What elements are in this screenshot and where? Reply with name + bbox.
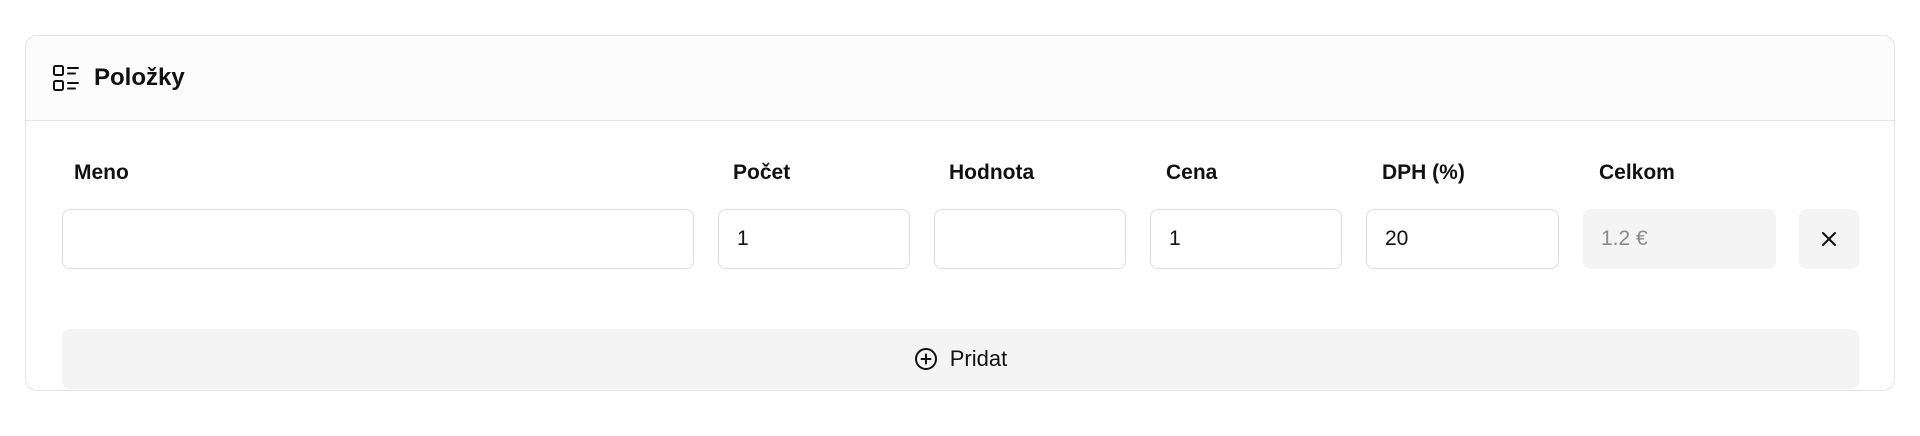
column-header-total: Celkom <box>1599 161 1675 184</box>
remove-item-button[interactable] <box>1799 209 1859 269</box>
item-price-input[interactable] <box>1150 209 1342 269</box>
item-name-input[interactable] <box>62 209 694 269</box>
column-header-name: Meno <box>74 161 129 184</box>
item-quantity-input[interactable] <box>718 209 910 269</box>
list-details-icon <box>52 64 80 92</box>
section-title: Položky <box>94 64 185 91</box>
items-card: Položky Meno Počet Hodnota Cena DPH (%) … <box>25 35 1895 391</box>
add-item-button[interactable]: Pridat <box>62 329 1859 389</box>
add-item-label: Pridat <box>949 346 1008 371</box>
close-icon <box>1819 229 1839 249</box>
item-total-value: 1.2 € <box>1583 209 1776 269</box>
card-header: Položky <box>26 36 1894 121</box>
column-header-quantity: Počet <box>733 161 791 184</box>
plus-circle-icon <box>914 347 938 371</box>
item-vat-input[interactable] <box>1366 209 1559 269</box>
column-header-price: Cena <box>1166 161 1218 184</box>
item-value-input[interactable] <box>934 209 1126 269</box>
card-body: Meno Počet Hodnota Cena DPH (%) Celkom 1… <box>26 121 1894 390</box>
column-header-value: Hodnota <box>949 161 1035 184</box>
column-header-vat: DPH (%) <box>1382 161 1465 184</box>
